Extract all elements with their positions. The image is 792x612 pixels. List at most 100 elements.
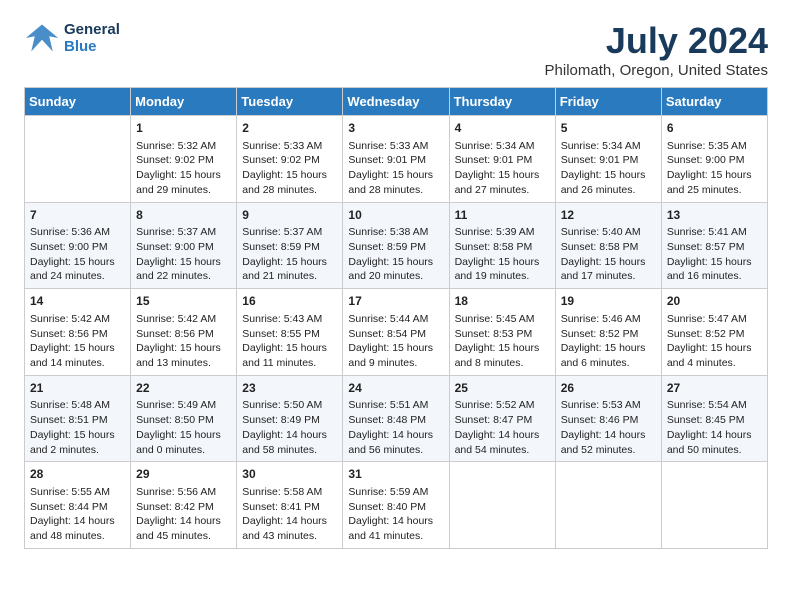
cell-date: 1 xyxy=(136,120,231,137)
cell-info: Sunrise: 5:54 AMSunset: 8:45 PMDaylight:… xyxy=(667,398,762,457)
cell-date: 6 xyxy=(667,120,762,137)
cell-info: Sunrise: 5:59 AMSunset: 8:40 PMDaylight:… xyxy=(348,485,443,544)
table-row: 1Sunrise: 5:32 AMSunset: 9:02 PMDaylight… xyxy=(131,116,237,203)
table-row: 30 Sunrise: 5:58 AMSunset: 8:41 PMDayligh… xyxy=(237,462,343,549)
table-row: 22Sunrise: 5:49 AMSunset: 8:50 PMDayligh… xyxy=(131,375,237,462)
cell-date: 31 xyxy=(348,466,443,483)
table-row: 29Sunrise: 5:56 AMSunset: 8:42 PMDayligh… xyxy=(131,462,237,549)
cell-info: Sunrise: 5:42 AMSunset: 8:56 PMDaylight:… xyxy=(136,312,231,371)
table-row: 8Sunrise: 5:37 AMSunset: 9:00 PMDaylight… xyxy=(131,202,237,289)
header-wednesday: Wednesday xyxy=(343,88,449,116)
cell-info: Sunrise: 5:33 AMSunset: 9:02 PMDaylight:… xyxy=(242,139,337,198)
cell-info: Sunrise: 5:37 AMSunset: 9:00 PMDaylight:… xyxy=(136,225,231,284)
cell-info: Sunrise: 5:51 AMSunset: 8:48 PMDaylight:… xyxy=(348,398,443,457)
table-row: 23Sunrise: 5:50 AMSunset: 8:49 PMDayligh… xyxy=(237,375,343,462)
cell-date: 14 xyxy=(30,293,125,310)
cell-info: Sunrise: 5:55 AMSunset: 8:44 PMDaylight:… xyxy=(30,485,125,544)
cell-date: 4 xyxy=(455,120,550,137)
table-row xyxy=(449,462,555,549)
cell-info: Sunrise: 5:52 AMSunset: 8:47 PMDaylight:… xyxy=(455,398,550,457)
cell-date: 23 xyxy=(242,380,337,397)
table-row: 6 Sunrise: 5:35 AMSunset: 9:00 PMDaylight… xyxy=(661,116,767,203)
cell-info: Sunrise: 5:34 AMSunset: 9:01 PMDaylight:… xyxy=(561,139,656,198)
table-row: 3Sunrise: 5:33 AMSunset: 9:01 PMDaylight… xyxy=(343,116,449,203)
table-row: 2 Sunrise: 5:33 AMSunset: 9:02 PMDaylight… xyxy=(237,116,343,203)
table-row: 17 Sunrise: 5:44 AMSunset: 8:54 PMDayligh… xyxy=(343,289,449,376)
cell-info: Sunrise: 5:41 AMSunset: 8:57 PMDaylight:… xyxy=(667,225,762,284)
cell-info: Sunrise: 5:43 AMSunset: 8:55 PMDaylight:… xyxy=(242,312,337,371)
cell-info: Sunrise: 5:42 AMSunset: 8:56 PMDaylight:… xyxy=(30,312,125,371)
header-saturday: Saturday xyxy=(661,88,767,116)
cell-info: Sunrise: 5:47 AMSunset: 8:52 PMDaylight:… xyxy=(667,312,762,371)
logo: General Blue xyxy=(24,20,120,56)
calendar-header-row: SundayMondayTuesdayWednesdayThursdayFrid… xyxy=(25,88,768,116)
calendar-week-row: 7Sunrise: 5:36 AMSunset: 9:00 PMDaylight… xyxy=(25,202,768,289)
table-row xyxy=(25,116,131,203)
calendar-week-row: 14 Sunrise: 5:42 AMSunset: 8:56 PMDayligh… xyxy=(25,289,768,376)
cell-info: Sunrise: 5:39 AMSunset: 8:58 PMDaylight:… xyxy=(455,225,550,284)
cell-date: 20 xyxy=(667,293,762,310)
cell-date: 16 xyxy=(242,293,337,310)
table-row xyxy=(661,462,767,549)
cell-date: 11 xyxy=(455,207,550,224)
cell-date: 3 xyxy=(348,120,443,137)
logo-text: General Blue xyxy=(64,21,120,55)
calendar-week-row: 1Sunrise: 5:32 AMSunset: 9:02 PMDaylight… xyxy=(25,116,768,203)
main-title: July 2024 xyxy=(545,20,768,62)
cell-info: Sunrise: 5:34 AMSunset: 9:01 PMDaylight:… xyxy=(455,139,550,198)
table-row: 14 Sunrise: 5:42 AMSunset: 8:56 PMDayligh… xyxy=(25,289,131,376)
title-block: July 2024 Philomath, Oregon, United Stat… xyxy=(545,20,768,79)
table-row: 15 Sunrise: 5:42 AMSunset: 8:56 PMDayligh… xyxy=(131,289,237,376)
cell-date: 25 xyxy=(455,380,550,397)
cell-date: 18 xyxy=(455,293,550,310)
table-row: 9Sunrise: 5:37 AMSunset: 8:59 PMDaylight… xyxy=(237,202,343,289)
cell-info: Sunrise: 5:35 AMSunset: 9:00 PMDaylight:… xyxy=(667,139,762,198)
table-row: 21Sunrise: 5:48 AMSunset: 8:51 PMDayligh… xyxy=(25,375,131,462)
table-row: 28 Sunrise: 5:55 AMSunset: 8:44 PMDayligh… xyxy=(25,462,131,549)
cell-info: Sunrise: 5:50 AMSunset: 8:49 PMDaylight:… xyxy=(242,398,337,457)
table-row: 11Sunrise: 5:39 AMSunset: 8:58 PMDayligh… xyxy=(449,202,555,289)
header-friday: Friday xyxy=(555,88,661,116)
table-row: 5 Sunrise: 5:34 AMSunset: 9:01 PMDaylight… xyxy=(555,116,661,203)
cell-date: 30 xyxy=(242,466,337,483)
page-header: General Blue July 2024 Philomath, Oregon… xyxy=(24,20,768,79)
cell-date: 28 xyxy=(30,466,125,483)
cell-date: 27 xyxy=(667,380,762,397)
cell-date: 19 xyxy=(561,293,656,310)
table-row: 12Sunrise: 5:40 AMSunset: 8:58 PMDayligh… xyxy=(555,202,661,289)
table-row: 13Sunrise: 5:41 AMSunset: 8:57 PMDayligh… xyxy=(661,202,767,289)
header-thursday: Thursday xyxy=(449,88,555,116)
cell-info: Sunrise: 5:45 AMSunset: 8:53 PMDaylight:… xyxy=(455,312,550,371)
cell-date: 17 xyxy=(348,293,443,310)
table-row xyxy=(555,462,661,549)
calendar-week-row: 21Sunrise: 5:48 AMSunset: 8:51 PMDayligh… xyxy=(25,375,768,462)
table-row: 25Sunrise: 5:52 AMSunset: 8:47 PMDayligh… xyxy=(449,375,555,462)
logo-icon xyxy=(24,20,60,56)
cell-date: 8 xyxy=(136,207,231,224)
cell-info: Sunrise: 5:58 AMSunset: 8:41 PMDaylight:… xyxy=(242,485,337,544)
cell-info: Sunrise: 5:40 AMSunset: 8:58 PMDaylight:… xyxy=(561,225,656,284)
cell-date: 9 xyxy=(242,207,337,224)
table-row: 7Sunrise: 5:36 AMSunset: 9:00 PMDaylight… xyxy=(25,202,131,289)
cell-date: 13 xyxy=(667,207,762,224)
table-row: 20 Sunrise: 5:47 AMSunset: 8:52 PMDayligh… xyxy=(661,289,767,376)
table-row: 10Sunrise: 5:38 AMSunset: 8:59 PMDayligh… xyxy=(343,202,449,289)
cell-date: 24 xyxy=(348,380,443,397)
cell-info: Sunrise: 5:36 AMSunset: 9:00 PMDaylight:… xyxy=(30,225,125,284)
table-row: 31 Sunrise: 5:59 AMSunset: 8:40 PMDayligh… xyxy=(343,462,449,549)
cell-info: Sunrise: 5:44 AMSunset: 8:54 PMDaylight:… xyxy=(348,312,443,371)
cell-date: 15 xyxy=(136,293,231,310)
cell-date: 26 xyxy=(561,380,656,397)
header-monday: Monday xyxy=(131,88,237,116)
cell-date: 5 xyxy=(561,120,656,137)
table-row: 19 Sunrise: 5:46 AMSunset: 8:52 PMDayligh… xyxy=(555,289,661,376)
cell-info: Sunrise: 5:46 AMSunset: 8:52 PMDaylight:… xyxy=(561,312,656,371)
table-row: 24Sunrise: 5:51 AMSunset: 8:48 PMDayligh… xyxy=(343,375,449,462)
cell-date: 2 xyxy=(242,120,337,137)
cell-date: 21 xyxy=(30,380,125,397)
table-row: 18 Sunrise: 5:45 AMSunset: 8:53 PMDayligh… xyxy=(449,289,555,376)
subtitle: Philomath, Oregon, United States xyxy=(545,62,768,79)
header-tuesday: Tuesday xyxy=(237,88,343,116)
cell-info: Sunrise: 5:53 AMSunset: 8:46 PMDaylight:… xyxy=(561,398,656,457)
table-row: 16 Sunrise: 5:43 AMSunset: 8:55 PMDayligh… xyxy=(237,289,343,376)
